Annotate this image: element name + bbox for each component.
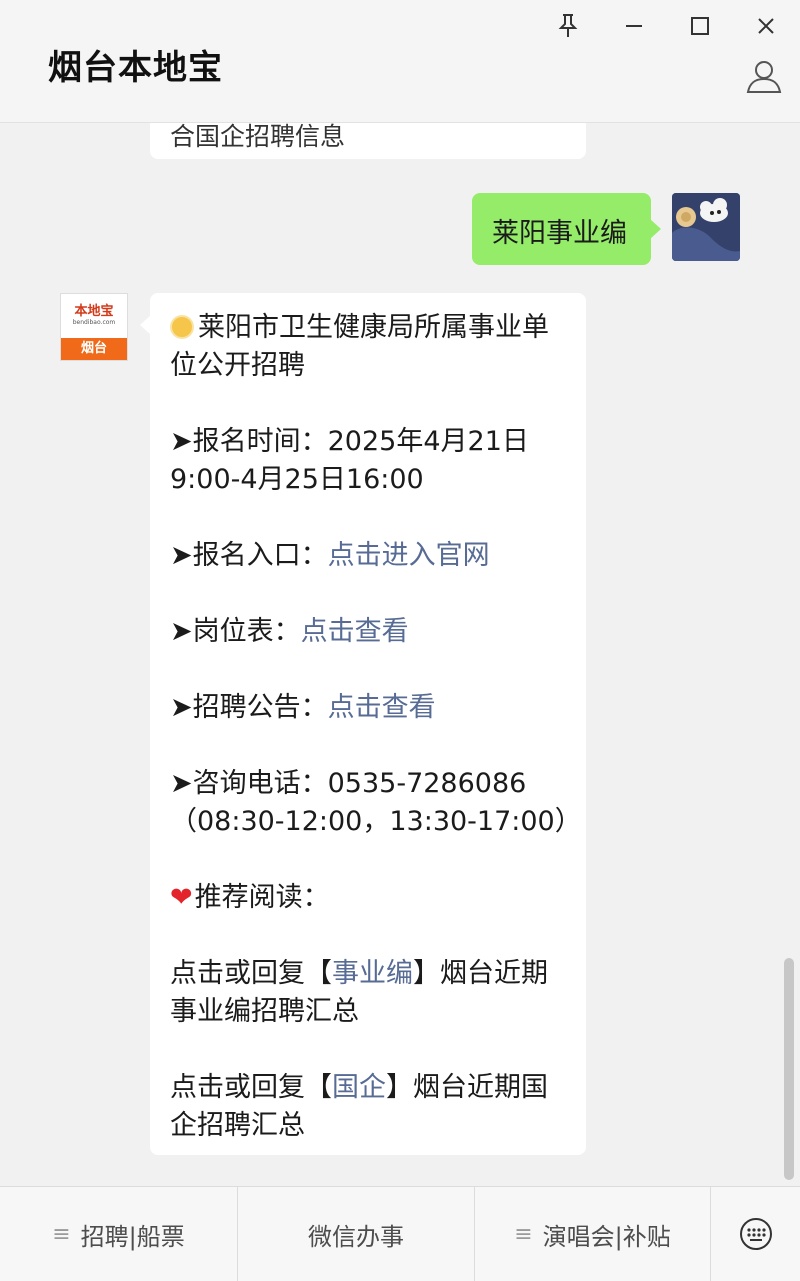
previous-message-text: 合国企招聘信息 [170,123,346,151]
position-table: ➤岗位表：点击查看 [170,616,409,647]
menu-item-recruit-ferry[interactable]: ≡ 招聘|船票 [0,1187,238,1281]
menu-item-concert-subsidy[interactable]: ≡ 演唱会|补贴 [475,1187,711,1281]
avatar-logo: 本地宝 bendibao.com [61,294,127,338]
chat-history[interactable]: 合国企招聘信息 莱阳事业编 本地宝 bendibao.com 烟台 莱阳市卫生健… [0,123,800,1185]
shiyebian-link[interactable]: 事业编 [332,958,413,989]
minimize-icon [626,25,642,27]
bottom-menu: ≡ 招聘|船票 微信办事 ≡ 演唱会|补贴 [0,1186,800,1281]
consult-hours: （08:30-12:00，13:30-17:00） [170,806,582,837]
menu-item-wechat-services[interactable]: 微信办事 [238,1187,475,1281]
close-icon [758,18,774,34]
avatar-url: bendibao.com [72,319,116,326]
scrollbar-thumb[interactable] [784,958,794,1180]
previous-message-bubble: 合国企招聘信息 [150,123,586,159]
official-account-avatar[interactable]: 本地宝 bendibao.com 烟台 [60,293,128,361]
sun-emoji-icon [170,315,194,339]
pin-button[interactable] [548,8,588,44]
user-message-bubble: 莱阳事业编 [472,193,661,265]
user-avatar-image [672,193,740,261]
bot-message-bubble: 莱阳市卫生健康局所属事业单位公开招聘 ➤报名时间：2025年4月21日9:00-… [140,293,586,1155]
guoqi-link[interactable]: 国企 [332,1072,386,1103]
close-button[interactable] [746,8,786,44]
maximize-icon [691,17,709,35]
registration-time: ➤报名时间：2025年4月21日9:00-4月25日16:00 [170,426,529,495]
bubble-tail [140,315,151,335]
user-message-text: 莱阳事业编 [492,218,627,249]
recommend-reading: ❤推荐阅读： [170,882,330,913]
recruitment-notice: ➤招聘公告：点击查看 [170,692,436,723]
maximize-button[interactable] [680,8,720,44]
bubble-tail [650,219,661,239]
registration-entry: ➤报名入口：点击进入官网 [170,540,490,571]
position-table-link[interactable]: 点击查看 [301,616,409,647]
recommend-item-guoqi: 点击或回复【国企】烟台近期国企招聘汇总 [170,1072,548,1141]
account-profile-button[interactable] [744,56,784,96]
notice-link[interactable]: 点击查看 [328,692,436,723]
user-avatar[interactable] [672,193,740,261]
menu-list-icon: ≡ [52,1221,71,1247]
heart-emoji-icon: ❤ [170,882,193,913]
avatar-brand: 本地宝 [74,304,114,319]
person-icon [746,61,782,93]
avatar-city: 烟台 [61,338,127,360]
recommend-item-shiyebian: 点击或回复【事业编】烟台近期事业编招聘汇总 [170,958,548,1027]
keyboard-icon [739,1218,772,1250]
official-site-link[interactable]: 点击进入官网 [328,540,490,571]
minimize-button[interactable] [614,8,654,44]
bot-message-content: 莱阳市卫生健康局所属事业单位公开招聘 ➤报名时间：2025年4月21日9:00-… [170,309,582,1145]
menu-list-icon: ≡ [514,1221,533,1247]
message-heading: 莱阳市卫生健康局所属事业单位公开招聘 [170,312,549,381]
window-title: 烟台本地宝 [48,48,223,88]
consult-phone: ➤咨询电话：0535-7286086 [170,768,527,799]
pin-icon [558,14,578,37]
keyboard-toggle-button[interactable] [711,1187,800,1281]
title-bar: 烟台本地宝 [0,0,800,123]
